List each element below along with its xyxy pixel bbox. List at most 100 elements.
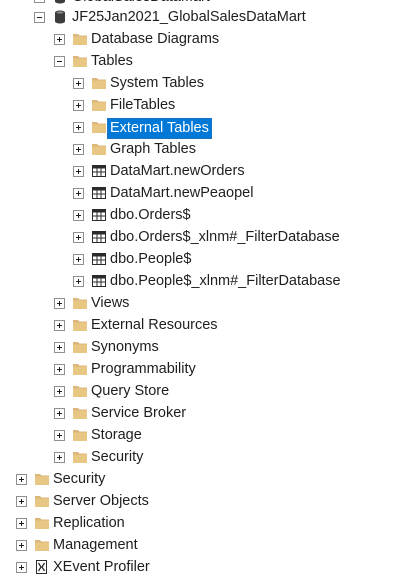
folder-icon	[92, 100, 106, 111]
folder-icon	[92, 144, 106, 155]
expand-icon[interactable]	[54, 364, 65, 375]
tree-node-label: dbo.Orders$_xlnm#_FilterDatabase	[110, 229, 340, 245]
tree-node-label: Graph Tables	[110, 141, 196, 157]
expand-icon[interactable]	[73, 210, 84, 221]
folder-icon	[35, 496, 49, 507]
expand-icon[interactable]	[73, 78, 84, 89]
expand-icon[interactable]	[73, 144, 84, 155]
tree-node-table-dbo-orders[interactable]: dbo.Orders$	[0, 205, 407, 227]
tree-node-query-store[interactable]: Query Store	[0, 381, 407, 403]
expand-icon[interactable]	[16, 474, 27, 485]
expand-icon[interactable]	[54, 320, 65, 331]
table-icon	[92, 231, 106, 243]
tree-node-label: Storage	[91, 427, 142, 443]
expand-icon[interactable]	[73, 232, 84, 243]
tree-node-synonyms[interactable]: Synonyms	[0, 337, 407, 359]
folder-icon	[73, 430, 87, 441]
expand-icon[interactable]	[54, 298, 65, 309]
collapse-icon[interactable]	[54, 56, 65, 67]
tree-node-storage[interactable]: Storage	[0, 425, 407, 447]
tree-node-programmability[interactable]: Programmability	[0, 359, 407, 381]
tree-node-label: DataMart.newPeaopel	[110, 185, 254, 201]
tree-node-replication[interactable]: Replication	[0, 513, 407, 535]
expand-icon[interactable]	[73, 122, 84, 133]
tree-node-service-broker[interactable]: Service Broker	[0, 403, 407, 425]
tree-node-tables[interactable]: Tables	[0, 51, 407, 73]
folder-icon	[35, 518, 49, 529]
tree-node-label-selected: External Tables	[107, 118, 212, 139]
tree-node-database-diagrams[interactable]: Database Diagrams	[0, 29, 407, 51]
folder-icon	[73, 364, 87, 375]
tree-node-label: Security	[91, 449, 144, 465]
folder-icon	[92, 78, 106, 89]
expand-icon[interactable]	[54, 430, 65, 441]
object-explorer-tree: GlobalSalesDataMart JF25Jan2021_GlobalSa…	[0, 0, 407, 576]
tree-node-db-security[interactable]: Security	[0, 447, 407, 469]
tree-node-label: XEvent Profiler	[53, 559, 150, 575]
folder-icon	[35, 474, 49, 485]
tree-node-label: Management	[53, 537, 138, 553]
tree-node-table-dbo-people[interactable]: dbo.People$	[0, 249, 407, 271]
tree-node-label: External Resources	[91, 317, 218, 333]
tree-node-table-datamart-neworders[interactable]: DataMart.newOrders	[0, 161, 407, 183]
expand-icon[interactable]	[54, 386, 65, 397]
tree-node-label: dbo.People$	[110, 251, 192, 267]
folder-icon	[73, 34, 87, 45]
folder-icon	[35, 540, 49, 551]
tree-node-label: Replication	[53, 515, 125, 531]
expand-icon[interactable]	[73, 100, 84, 111]
expand-icon[interactable]	[54, 452, 65, 463]
tree-node-label: Database Diagrams	[91, 31, 220, 47]
expand-icon[interactable]	[73, 188, 84, 199]
folder-icon	[73, 452, 87, 463]
tree-node-table-datamart-newpeaopel[interactable]: DataMart.newPeaopel	[0, 183, 407, 205]
tree-node-views[interactable]: Views	[0, 293, 407, 315]
xevent-profiler-icon	[36, 560, 47, 574]
expand-icon[interactable]	[54, 34, 65, 45]
expand-icon[interactable]	[54, 408, 65, 419]
tree-node-label: Tables	[91, 53, 133, 69]
tree-node-system-tables[interactable]: System Tables	[0, 73, 407, 95]
table-icon	[92, 187, 106, 199]
tree-node-label: dbo.People$_xlnm#_FilterDatabase	[110, 273, 341, 289]
folder-icon	[73, 408, 87, 419]
expand-icon[interactable]	[16, 496, 27, 507]
folder-icon	[73, 320, 87, 331]
tree-node-database[interactable]: JF25Jan2021_GlobalSalesDataMart	[0, 7, 407, 29]
tree-node-graph-tables[interactable]: Graph Tables	[0, 139, 407, 161]
tree-node-label: FileTables	[110, 97, 176, 113]
database-icon	[55, 0, 65, 4]
tree-node-external-tables[interactable]: External Tables	[0, 117, 407, 139]
folder-icon	[73, 56, 87, 67]
folder-icon	[92, 122, 106, 133]
tree-node-server-security[interactable]: Security	[0, 469, 407, 491]
expand-icon[interactable]	[73, 166, 84, 177]
tree-node-label: Query Store	[91, 383, 170, 399]
table-icon	[92, 209, 106, 221]
tree-node-label: Views	[91, 295, 130, 311]
tree-node-external-resources[interactable]: External Resources	[0, 315, 407, 337]
expand-icon[interactable]	[73, 276, 84, 287]
folder-icon	[73, 386, 87, 397]
expand-icon[interactable]	[16, 562, 27, 573]
folder-icon	[73, 298, 87, 309]
table-icon	[92, 165, 106, 177]
expand-icon[interactable]	[16, 540, 27, 551]
tree-node-table-dbo-orders-filter[interactable]: dbo.Orders$_xlnm#_FilterDatabase	[0, 227, 407, 249]
expand-icon[interactable]	[73, 254, 84, 265]
tree-node-server-objects[interactable]: Server Objects	[0, 491, 407, 513]
table-icon	[92, 253, 106, 265]
tree-node-label: System Tables	[110, 75, 205, 91]
tree-node-table-dbo-people-filter[interactable]: dbo.People$_xlnm#_FilterDatabase	[0, 271, 407, 293]
tree-node-label: JF25Jan2021_GlobalSalesDataMart	[72, 9, 306, 25]
tree-node-filetables[interactable]: FileTables	[0, 95, 407, 117]
collapse-icon[interactable]	[34, 12, 45, 23]
table-icon	[92, 275, 106, 287]
expand-icon[interactable]	[54, 342, 65, 353]
tree-node-label: Service Broker	[91, 405, 187, 421]
expand-icon[interactable]	[16, 518, 27, 529]
tree-node-management[interactable]: Management	[0, 535, 407, 557]
collapse-icon[interactable]	[34, 0, 45, 3]
tree-node-label: Security	[53, 471, 106, 487]
tree-node-label: dbo.Orders$	[110, 207, 191, 223]
